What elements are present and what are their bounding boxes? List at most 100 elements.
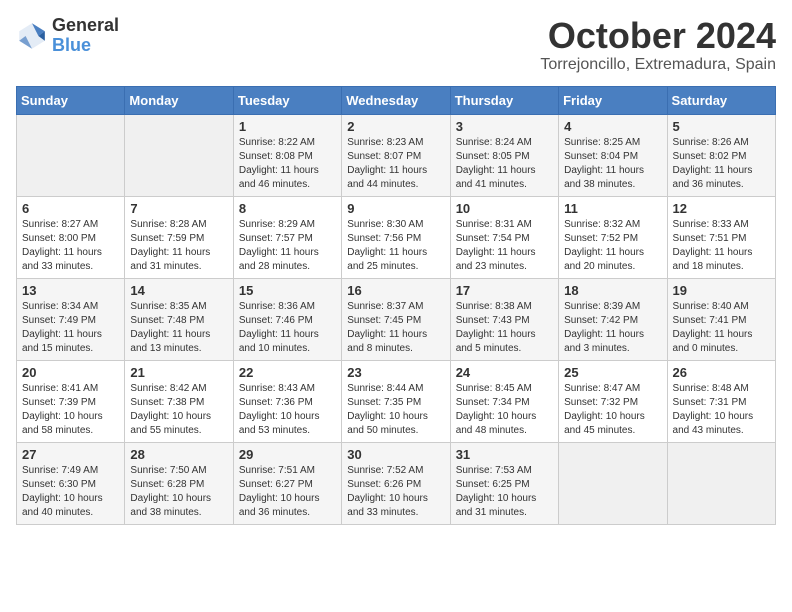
calendar-cell: 13 Sunrise: 8:34 AMSunset: 7:49 PMDaylig… bbox=[17, 278, 125, 360]
day-info: Sunrise: 8:40 AMSunset: 7:41 PMDaylight:… bbox=[673, 300, 770, 356]
day-info: Sunrise: 8:27 AMSunset: 8:00 PMDaylight:… bbox=[22, 218, 119, 274]
day-number: 6 bbox=[22, 201, 119, 216]
day-info: Sunrise: 8:25 AMSunset: 8:04 PMDaylight:… bbox=[564, 136, 661, 192]
day-number: 17 bbox=[456, 283, 553, 298]
calendar-cell: 3 Sunrise: 8:24 AMSunset: 8:05 PMDayligh… bbox=[450, 114, 558, 196]
day-header-monday: Monday bbox=[125, 86, 233, 114]
calendar-cell: 30 Sunrise: 7:52 AMSunset: 6:26 PMDaylig… bbox=[342, 442, 450, 524]
calendar-cell bbox=[667, 442, 775, 524]
day-number: 15 bbox=[239, 283, 336, 298]
day-header-wednesday: Wednesday bbox=[342, 86, 450, 114]
day-number: 10 bbox=[456, 201, 553, 216]
logo-icon bbox=[16, 20, 48, 52]
day-info: Sunrise: 8:31 AMSunset: 7:54 PMDaylight:… bbox=[456, 218, 553, 274]
day-info: Sunrise: 8:41 AMSunset: 7:39 PMDaylight:… bbox=[22, 382, 119, 438]
calendar-cell: 25 Sunrise: 8:47 AMSunset: 7:32 PMDaylig… bbox=[559, 360, 667, 442]
day-number: 4 bbox=[564, 119, 661, 134]
day-number: 12 bbox=[673, 201, 770, 216]
day-info: Sunrise: 8:42 AMSunset: 7:38 PMDaylight:… bbox=[130, 382, 227, 438]
calendar-cell: 10 Sunrise: 8:31 AMSunset: 7:54 PMDaylig… bbox=[450, 196, 558, 278]
day-number: 25 bbox=[564, 365, 661, 380]
location: Torrejoncillo, Extremadura, Spain bbox=[540, 56, 776, 74]
header-row: SundayMondayTuesdayWednesdayThursdayFrid… bbox=[17, 86, 776, 114]
day-header-friday: Friday bbox=[559, 86, 667, 114]
day-number: 8 bbox=[239, 201, 336, 216]
day-header-sunday: Sunday bbox=[17, 86, 125, 114]
day-number: 2 bbox=[347, 119, 444, 134]
day-number: 24 bbox=[456, 365, 553, 380]
day-info: Sunrise: 7:53 AMSunset: 6:25 PMDaylight:… bbox=[456, 464, 553, 520]
calendar-cell bbox=[125, 114, 233, 196]
day-number: 14 bbox=[130, 283, 227, 298]
day-info: Sunrise: 8:39 AMSunset: 7:42 PMDaylight:… bbox=[564, 300, 661, 356]
calendar-cell: 12 Sunrise: 8:33 AMSunset: 7:51 PMDaylig… bbox=[667, 196, 775, 278]
calendar-cell: 22 Sunrise: 8:43 AMSunset: 7:36 PMDaylig… bbox=[233, 360, 341, 442]
day-info: Sunrise: 7:51 AMSunset: 6:27 PMDaylight:… bbox=[239, 464, 336, 520]
calendar-cell: 2 Sunrise: 8:23 AMSunset: 8:07 PMDayligh… bbox=[342, 114, 450, 196]
day-number: 30 bbox=[347, 447, 444, 462]
month-title: October 2024 bbox=[540, 16, 776, 56]
page-header: General Blue October 2024 Torrejoncillo,… bbox=[16, 16, 776, 74]
day-info: Sunrise: 8:28 AMSunset: 7:59 PMDaylight:… bbox=[130, 218, 227, 274]
day-number: 11 bbox=[564, 201, 661, 216]
calendar-cell bbox=[17, 114, 125, 196]
calendar-cell: 17 Sunrise: 8:38 AMSunset: 7:43 PMDaylig… bbox=[450, 278, 558, 360]
day-header-thursday: Thursday bbox=[450, 86, 558, 114]
day-number: 5 bbox=[673, 119, 770, 134]
week-row-5: 27 Sunrise: 7:49 AMSunset: 6:30 PMDaylig… bbox=[17, 442, 776, 524]
day-number: 18 bbox=[564, 283, 661, 298]
calendar-cell: 26 Sunrise: 8:48 AMSunset: 7:31 PMDaylig… bbox=[667, 360, 775, 442]
calendar-cell bbox=[559, 442, 667, 524]
day-header-saturday: Saturday bbox=[667, 86, 775, 114]
day-number: 23 bbox=[347, 365, 444, 380]
calendar-cell: 28 Sunrise: 7:50 AMSunset: 6:28 PMDaylig… bbox=[125, 442, 233, 524]
calendar-cell: 11 Sunrise: 8:32 AMSunset: 7:52 PMDaylig… bbox=[559, 196, 667, 278]
week-row-1: 1 Sunrise: 8:22 AMSunset: 8:08 PMDayligh… bbox=[17, 114, 776, 196]
day-number: 29 bbox=[239, 447, 336, 462]
day-info: Sunrise: 8:44 AMSunset: 7:35 PMDaylight:… bbox=[347, 382, 444, 438]
day-number: 28 bbox=[130, 447, 227, 462]
day-number: 31 bbox=[456, 447, 553, 462]
calendar-cell: 31 Sunrise: 7:53 AMSunset: 6:25 PMDaylig… bbox=[450, 442, 558, 524]
calendar-cell: 18 Sunrise: 8:39 AMSunset: 7:42 PMDaylig… bbox=[559, 278, 667, 360]
calendar-cell: 24 Sunrise: 8:45 AMSunset: 7:34 PMDaylig… bbox=[450, 360, 558, 442]
day-number: 3 bbox=[456, 119, 553, 134]
day-info: Sunrise: 8:38 AMSunset: 7:43 PMDaylight:… bbox=[456, 300, 553, 356]
calendar-cell: 16 Sunrise: 8:37 AMSunset: 7:45 PMDaylig… bbox=[342, 278, 450, 360]
week-row-2: 6 Sunrise: 8:27 AMSunset: 8:00 PMDayligh… bbox=[17, 196, 776, 278]
day-info: Sunrise: 8:47 AMSunset: 7:32 PMDaylight:… bbox=[564, 382, 661, 438]
day-info: Sunrise: 8:29 AMSunset: 7:57 PMDaylight:… bbox=[239, 218, 336, 274]
day-number: 13 bbox=[22, 283, 119, 298]
day-info: Sunrise: 7:52 AMSunset: 6:26 PMDaylight:… bbox=[347, 464, 444, 520]
logo: General Blue bbox=[16, 16, 119, 56]
calendar-cell: 9 Sunrise: 8:30 AMSunset: 7:56 PMDayligh… bbox=[342, 196, 450, 278]
calendar-cell: 6 Sunrise: 8:27 AMSunset: 8:00 PMDayligh… bbox=[17, 196, 125, 278]
day-number: 16 bbox=[347, 283, 444, 298]
calendar-cell: 15 Sunrise: 8:36 AMSunset: 7:46 PMDaylig… bbox=[233, 278, 341, 360]
day-header-tuesday: Tuesday bbox=[233, 86, 341, 114]
week-row-3: 13 Sunrise: 8:34 AMSunset: 7:49 PMDaylig… bbox=[17, 278, 776, 360]
day-info: Sunrise: 8:37 AMSunset: 7:45 PMDaylight:… bbox=[347, 300, 444, 356]
day-number: 22 bbox=[239, 365, 336, 380]
calendar-cell: 4 Sunrise: 8:25 AMSunset: 8:04 PMDayligh… bbox=[559, 114, 667, 196]
calendar-cell: 23 Sunrise: 8:44 AMSunset: 7:35 PMDaylig… bbox=[342, 360, 450, 442]
calendar-cell: 7 Sunrise: 8:28 AMSunset: 7:59 PMDayligh… bbox=[125, 196, 233, 278]
title-block: October 2024 Torrejoncillo, Extremadura,… bbox=[540, 16, 776, 74]
calendar-cell: 8 Sunrise: 8:29 AMSunset: 7:57 PMDayligh… bbox=[233, 196, 341, 278]
calendar-cell: 1 Sunrise: 8:22 AMSunset: 8:08 PMDayligh… bbox=[233, 114, 341, 196]
day-number: 20 bbox=[22, 365, 119, 380]
day-info: Sunrise: 8:35 AMSunset: 7:48 PMDaylight:… bbox=[130, 300, 227, 356]
day-number: 27 bbox=[22, 447, 119, 462]
calendar-table: SundayMondayTuesdayWednesdayThursdayFrid… bbox=[16, 86, 776, 525]
day-info: Sunrise: 8:32 AMSunset: 7:52 PMDaylight:… bbox=[564, 218, 661, 274]
day-info: Sunrise: 8:26 AMSunset: 8:02 PMDaylight:… bbox=[673, 136, 770, 192]
day-info: Sunrise: 8:30 AMSunset: 7:56 PMDaylight:… bbox=[347, 218, 444, 274]
day-number: 9 bbox=[347, 201, 444, 216]
day-info: Sunrise: 8:48 AMSunset: 7:31 PMDaylight:… bbox=[673, 382, 770, 438]
day-info: Sunrise: 8:43 AMSunset: 7:36 PMDaylight:… bbox=[239, 382, 336, 438]
calendar-cell: 14 Sunrise: 8:35 AMSunset: 7:48 PMDaylig… bbox=[125, 278, 233, 360]
calendar-cell: 21 Sunrise: 8:42 AMSunset: 7:38 PMDaylig… bbox=[125, 360, 233, 442]
day-info: Sunrise: 8:33 AMSunset: 7:51 PMDaylight:… bbox=[673, 218, 770, 274]
day-info: Sunrise: 8:45 AMSunset: 7:34 PMDaylight:… bbox=[456, 382, 553, 438]
day-number: 21 bbox=[130, 365, 227, 380]
